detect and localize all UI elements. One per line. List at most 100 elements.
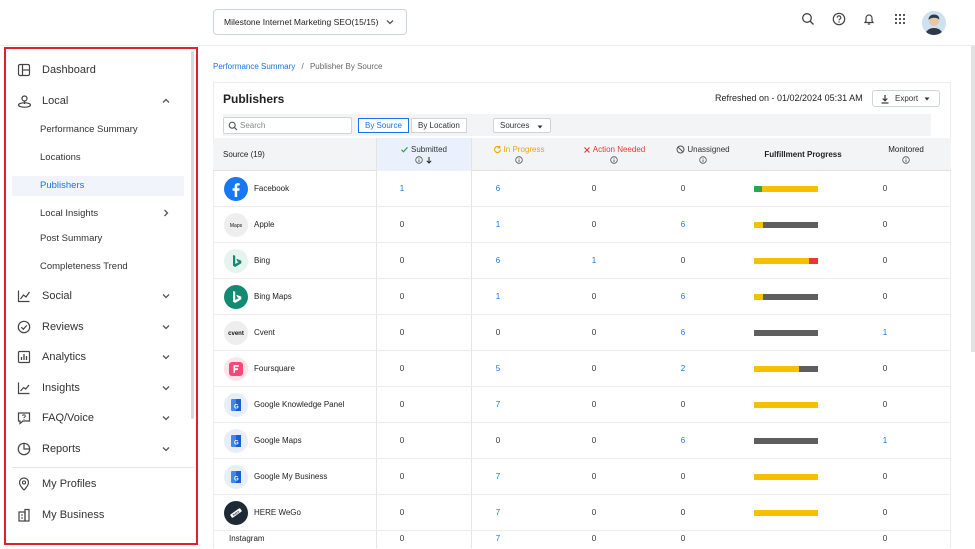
progress-segment-green (754, 186, 762, 192)
info-icon[interactable] (514, 156, 523, 164)
cell-in-progress[interactable]: 7 (478, 400, 518, 409)
col-monitored[interactable]: Monitored (871, 138, 941, 171)
chevron-down-icon[interactable] (160, 321, 172, 333)
cell-unassigned: 0 (680, 256, 686, 265)
cell-in-progress[interactable]: 1 (478, 292, 518, 301)
table-row[interactable]: G Google Knowledge Panel 0 7 0 0 0 (213, 387, 951, 423)
sidebar-item-label: Social (42, 290, 72, 302)
table-row[interactable]: Foursquare 0 5 0 2 0 (213, 351, 951, 387)
chevron-right-icon[interactable] (160, 207, 172, 219)
line-chart-icon (16, 288, 32, 304)
col-fulfillment-label: Fulfillment Progress (764, 150, 842, 159)
col-action-needed[interactable]: Action Needed (566, 138, 662, 171)
cell-in-progress[interactable]: 7 (478, 508, 518, 517)
chevron-down-icon[interactable] (160, 412, 172, 424)
cell-monitored[interactable]: 1 (865, 328, 905, 337)
cell-action-needed: 0 (591, 472, 597, 481)
table-row[interactable]: Facebook 1 6 0 0 0 (213, 171, 951, 207)
sidebar: Dashboard Local Performance Summary Loca… (4, 47, 198, 545)
sidebar-item-dashboard[interactable]: Dashboard (16, 62, 96, 78)
cell-monitored[interactable]: 1 (865, 436, 905, 445)
table-row[interactable]: Bing 0 6 1 0 0 (213, 243, 951, 279)
breadcrumb-link[interactable]: Performance Summary (213, 62, 295, 71)
table-row[interactable]: G Google My Business 0 7 0 0 0 (213, 459, 951, 495)
table-row[interactable]: Instagram 0 7 0 0 0 (213, 531, 951, 549)
cell-in-progress[interactable]: 1 (478, 220, 518, 229)
table-row[interactable]: Maps Apple 0 1 0 6 0 (213, 207, 951, 243)
progress-segment-yellow (761, 186, 818, 192)
apps-grid-icon[interactable] (893, 12, 907, 26)
cell-in-progress[interactable]: 7 (478, 472, 518, 481)
cell-unassigned: 0 (680, 534, 686, 543)
sidebar-item-reports[interactable]: Reports (16, 441, 81, 457)
cell-unassigned[interactable]: 6 (663, 220, 703, 229)
cell-unassigned: 0 (680, 472, 686, 481)
sidebar-item-my-profiles[interactable]: My Profiles (16, 476, 96, 492)
sidebar-item-reviews[interactable]: Reviews (16, 319, 84, 335)
cell-submitted: 0 (399, 508, 405, 517)
sidebar-item-analytics[interactable]: Analytics (16, 349, 86, 365)
fulfillment-progress-bar (754, 186, 818, 192)
sidebar-scrollbar[interactable] (191, 51, 194, 419)
by-location-toggle[interactable]: By Location (411, 118, 467, 133)
cell-submitted: 0 (399, 534, 405, 543)
table-row[interactable]: here HERE WeGo 0 7 0 0 0 (213, 495, 951, 531)
cell-unassigned[interactable]: 6 (663, 292, 703, 301)
info-icon[interactable] (699, 156, 707, 164)
sidebar-item-local[interactable]: Local (16, 93, 68, 109)
cell-unassigned[interactable]: 2 (663, 364, 703, 373)
chevron-down-icon[interactable] (160, 382, 172, 394)
cell-submitted[interactable]: 1 (382, 184, 422, 193)
bell-icon[interactable] (862, 12, 876, 26)
fulfillment-progress-bar (754, 330, 818, 336)
search-icon[interactable] (801, 12, 815, 26)
sidebar-item-social[interactable]: Social (16, 288, 72, 304)
search-placeholder: Search (240, 121, 266, 130)
col-submitted[interactable]: Submitted (376, 138, 471, 171)
cell-unassigned[interactable]: 6 (663, 328, 703, 337)
cell-in-progress[interactable]: 7 (478, 534, 518, 543)
cell-in-progress[interactable]: 6 (478, 184, 518, 193)
info-icon[interactable] (610, 156, 618, 164)
page-scrollbar[interactable] (971, 46, 975, 352)
sort-down-icon[interactable] (425, 156, 433, 164)
search-input[interactable]: Search (223, 117, 352, 134)
cell-unassigned[interactable]: 6 (663, 436, 703, 445)
sidebar-sub-publishers[interactable]: Publishers (40, 180, 84, 191)
cell-action-needed: 0 (591, 534, 597, 543)
table-row[interactable]: Bing Maps 0 1 0 6 0 (213, 279, 951, 315)
chevron-up-icon[interactable] (160, 95, 172, 107)
svg-text:cvent: cvent (228, 331, 244, 337)
cell-in-progress[interactable]: 5 (478, 364, 518, 373)
chevron-down-icon[interactable] (160, 443, 172, 455)
sidebar-sub-performance-summary[interactable]: Performance Summary (40, 124, 138, 135)
info-icon[interactable] (414, 156, 423, 164)
col-source-label: Source (19) (223, 150, 265, 159)
sidebar-sub-locations[interactable]: Locations (40, 152, 81, 163)
table-row[interactable]: cvent Cvent 0 0 0 6 1 (213, 315, 951, 351)
info-icon[interactable] (902, 156, 910, 164)
sources-dropdown[interactable]: Sources (493, 118, 551, 133)
help-icon[interactable] (832, 12, 846, 26)
sidebar-sub-post-summary[interactable]: Post Summary (40, 233, 102, 244)
export-button[interactable]: Export (872, 90, 940, 107)
cell-action-needed[interactable]: 1 (574, 256, 614, 265)
col-source[interactable]: Source (19) (223, 138, 265, 171)
table-row[interactable]: G Google Maps 0 0 0 6 1 (213, 423, 951, 459)
sidebar-item-faq-voice[interactable]: FAQ/Voice (16, 410, 94, 426)
sidebar-sub-completeness-trend[interactable]: Completeness Trend (40, 261, 128, 272)
account-select[interactable]: Milestone Internet Marketing SEO(15/15) (213, 9, 407, 35)
sidebar-sub-local-insights[interactable]: Local Insights (40, 208, 98, 219)
col-unassigned[interactable]: Unassigned (655, 138, 751, 171)
by-source-toggle[interactable]: By Source (358, 118, 409, 133)
avatar[interactable] (922, 11, 946, 35)
bar-chart-icon (16, 349, 32, 365)
chevron-down-icon[interactable] (160, 290, 172, 302)
sidebar-item-my-business[interactable]: My Business (16, 507, 104, 523)
location-pin-icon (16, 476, 32, 492)
sidebar-item-insights[interactable]: Insights (16, 380, 80, 396)
chevron-down-icon[interactable] (160, 351, 172, 363)
chevron-down-icon (386, 20, 394, 25)
cell-in-progress[interactable]: 6 (478, 256, 518, 265)
col-in-progress[interactable]: In Progress (471, 138, 566, 171)
